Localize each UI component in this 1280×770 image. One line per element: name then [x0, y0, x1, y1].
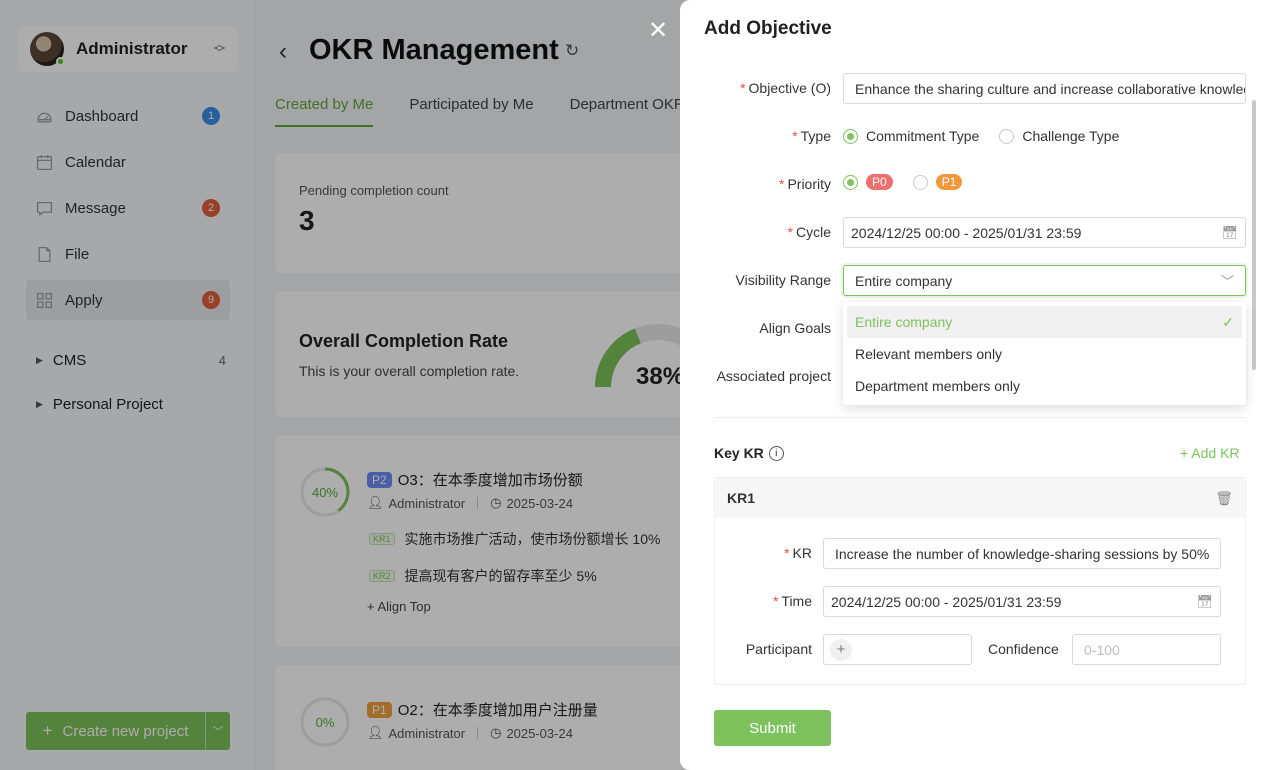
add-participant-icon[interactable]: +: [830, 638, 852, 661]
priority-label: * Priority: [778, 176, 831, 192]
type-radio-group: Commitment Type Challenge Type: [843, 128, 1139, 144]
visibility-option-relevant-members[interactable]: Relevant members only: [847, 338, 1242, 370]
confidence-label: Confidence: [988, 641, 1059, 657]
type-label: * Type: [792, 128, 831, 144]
section-divider: [714, 417, 1246, 418]
visibility-dropdown: Entire company ✓ Relevant members only De…: [843, 302, 1246, 405]
close-icon[interactable]: ✕: [648, 16, 668, 45]
time-label: * Time: [772, 593, 812, 609]
kr-label: * KR: [784, 545, 812, 561]
type-commitment-radio[interactable]: Commitment Type: [843, 128, 979, 144]
visibility-option-entire-company[interactable]: Entire company ✓: [847, 306, 1242, 338]
calendar-icon: 📅︎: [1196, 593, 1213, 609]
trash-icon[interactable]: 🗑︎: [1215, 490, 1233, 507]
kr-time-value: 2024/12/25 00:00 - 2025/01/31 23:59: [831, 593, 1062, 610]
chevron-down-icon: ﹀: [1220, 274, 1234, 289]
cycle-date-range-picker[interactable]: 2024/12/25 00:00 - 2025/01/31 23:59 📅︎: [843, 217, 1246, 248]
kr-value: Increase the number of knowledge-sharing…: [835, 545, 1210, 562]
kr-card-header: KR1 🗑︎: [715, 478, 1245, 518]
key-kr-heading: Key KR i: [714, 445, 784, 461]
info-icon[interactable]: i: [768, 445, 784, 461]
priority-p1-radio[interactable]: P1: [912, 174, 963, 190]
scrollbar[interactable]: [1252, 100, 1256, 370]
visibility-value: Entire company: [855, 272, 953, 289]
kr-input[interactable]: Increase the number of knowledge-sharing…: [823, 538, 1221, 569]
visibility-select[interactable]: Entire company ﹀: [843, 265, 1246, 296]
add-kr-button[interactable]: + Add KR: [1180, 445, 1240, 461]
priority-p1-tag: P1: [935, 174, 963, 190]
objective-label: * Objective (O): [740, 80, 831, 96]
cycle-label: * Cycle: [787, 224, 831, 240]
kr-card: KR1 🗑︎ * KR Increase the number of knowle…: [714, 477, 1246, 685]
drawer-title: Add Objective: [704, 18, 832, 39]
visibility-option-department-members[interactable]: Department members only: [847, 370, 1242, 402]
type-challenge-radio[interactable]: Challenge Type: [999, 128, 1119, 144]
priority-p0-radio[interactable]: P0: [843, 174, 893, 190]
kr-card-title: KR1: [727, 490, 756, 506]
calendar-icon: 📅︎: [1221, 224, 1238, 240]
priority-p0-tag: P0: [866, 174, 893, 190]
check-icon: ✓: [1222, 313, 1234, 330]
associated-project-label: Associated project: [716, 368, 831, 384]
kr-time-range-picker[interactable]: 2024/12/25 00:00 - 2025/01/31 23:59 📅︎: [823, 586, 1221, 617]
participant-label: Participant: [745, 641, 812, 657]
radio-checked-icon: [843, 128, 858, 144]
radio-unchecked-icon: [999, 128, 1015, 144]
priority-radio-group: P0 P1: [843, 174, 982, 190]
cycle-value: 2024/12/25 00:00 - 2025/01/31 23:59: [851, 224, 1082, 241]
plus-icon: +: [1180, 445, 1192, 461]
confidence-placeholder: 0-100: [1084, 641, 1120, 658]
objective-value: Enhance the sharing culture and increase…: [855, 80, 1246, 97]
align-goals-label: Align Goals: [759, 320, 831, 336]
visibility-label: Visibility Range: [735, 272, 831, 288]
radio-unchecked-icon: [912, 174, 928, 190]
submit-button[interactable]: Submit: [714, 710, 831, 746]
add-objective-drawer: Add Objective * Objective (O) Enhance the…: [680, 0, 1280, 770]
objective-input[interactable]: Enhance the sharing culture and increase…: [843, 73, 1246, 104]
radio-checked-icon: [843, 174, 858, 190]
confidence-input[interactable]: 0-100: [1072, 634, 1221, 665]
participant-picker[interactable]: +: [823, 634, 972, 665]
